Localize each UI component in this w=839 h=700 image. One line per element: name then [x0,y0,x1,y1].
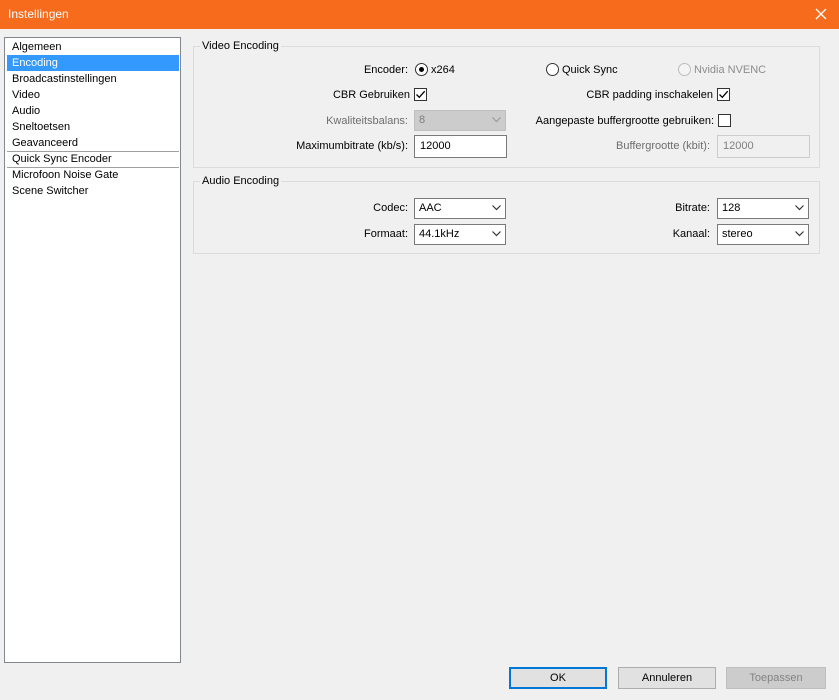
channel-value: stereo [722,228,753,240]
chevron-down-icon [492,231,501,237]
sidebar-item-video[interactable]: Video [7,87,179,103]
bitrate-select[interactable]: 128 [717,198,809,219]
channel-label: Kanaal: [672,228,710,240]
sidebar-item-broadcastinstellingen[interactable]: Broadcastinstellingen [7,71,179,87]
cbr-label: CBR Gebruiken [332,89,410,101]
settings-category-list[interactable]: Algemeen Encoding Broadcastinstellingen … [4,37,181,663]
encoder-option-label: x264 [431,63,455,76]
radio-indicator [546,63,559,76]
format-label: Formaat: [363,228,408,240]
sidebar-item-audio[interactable]: Audio [7,103,179,119]
checkmark-icon [416,90,426,99]
encoder-radio-quick-sync[interactable]: Quick Sync [546,63,618,76]
format-value: 44.1kHz [419,228,460,240]
cbr-padding-checkbox[interactable] [717,88,730,101]
chevron-down-icon [795,231,804,237]
chevron-down-icon [492,117,501,123]
sidebar-item-scene-switcher[interactable]: Scene Switcher [7,183,179,199]
buffer-size-input: 12000 [717,135,810,158]
sidebar-item-sneltoetsen[interactable]: Sneltoetsen [7,119,179,135]
max-bitrate-label: Maximumbitrate (kb/s): [296,140,408,152]
close-icon [815,8,827,20]
encoder-option-label: Quick Sync [562,63,618,76]
checkmark-icon [719,90,729,99]
chevron-down-icon [795,205,804,211]
codec-label: Codec: [373,202,408,214]
title-bar: Instellingen [0,0,839,29]
audio-encoding-group-title: Audio Encoding [200,175,282,187]
radio-indicator [678,63,691,76]
encoder-radio-x264[interactable]: x264 [415,63,455,76]
cbr-checkbox[interactable] [414,88,427,101]
bitrate-label: Bitrate: [675,202,710,214]
codec-value: AAC [419,202,442,214]
channel-select[interactable]: stereo [717,224,809,245]
max-bitrate-input[interactable]: 12000 [414,135,507,158]
sidebar-item-microfoon-noise-gate[interactable]: Microfoon Noise Gate [7,167,179,183]
bitrate-value: 128 [722,202,741,214]
window-title: Instellingen [8,7,69,21]
codec-select[interactable]: AAC [414,198,506,219]
sidebar-item-geavanceerd[interactable]: Geavanceerd [7,135,179,151]
radio-indicator [415,63,428,76]
custom-buffer-label: Aangepaste buffergrootte gebruiken: [535,115,714,127]
custom-buffer-checkbox[interactable] [718,114,731,127]
cancel-button[interactable]: Annuleren [618,667,716,689]
quality-value: 8 [419,114,426,126]
close-button[interactable] [811,4,831,24]
video-encoding-group-title: Video Encoding [200,40,281,52]
sidebar-item-encoding[interactable]: Encoding [7,55,179,71]
encoder-radio-nvidia-nvenc: Nvidia NVENC [678,63,766,76]
encoder-option-label: Nvidia NVENC [694,63,767,76]
ok-button[interactable]: OK [509,667,607,689]
quality-label: Kwaliteitsbalans: [326,115,408,127]
sidebar-item-quick-sync-encoder[interactable]: Quick Sync Encoder [7,151,179,167]
encoder-label: Encoder: [363,64,408,76]
buffer-size-label: Buffergrootte (kbit): [616,140,710,152]
sidebar-item-algemeen[interactable]: Algemeen [7,39,179,55]
quality-select: 8 [414,110,506,131]
apply-button: Toepassen [726,667,826,689]
format-select[interactable]: 44.1kHz [414,224,506,245]
chevron-down-icon [492,205,501,211]
cbr-padding-label: CBR padding inschakelen [586,89,713,101]
